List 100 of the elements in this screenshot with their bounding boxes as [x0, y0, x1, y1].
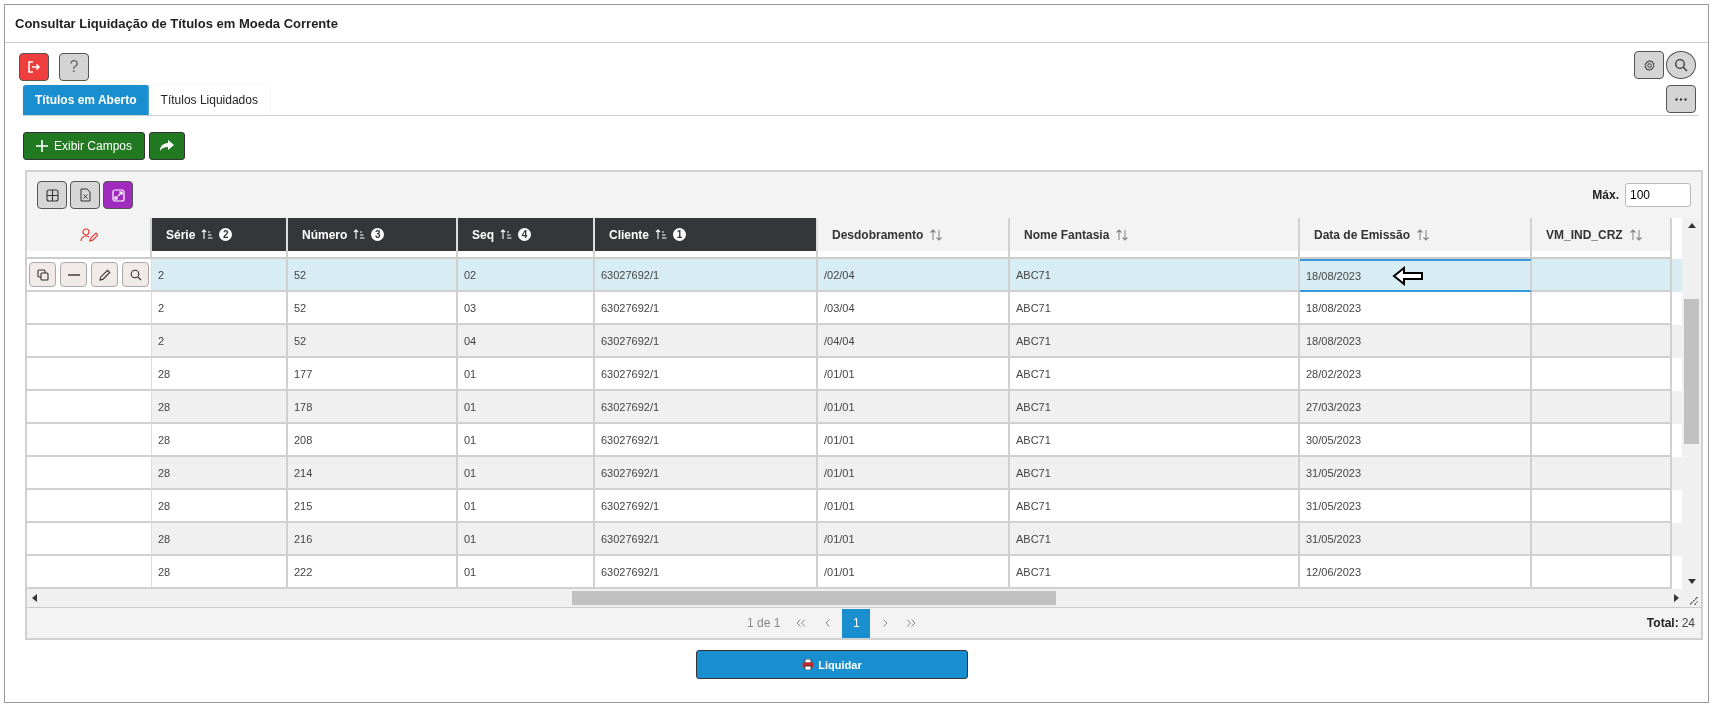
table-cell: 04: [464, 334, 477, 347]
remove-button[interactable]: [60, 262, 87, 287]
table-cell: /01/01: [824, 466, 855, 479]
more-icon: [1675, 97, 1687, 101]
max-label: Máx.: [1592, 188, 1619, 202]
page-button[interactable]: 1: [842, 608, 871, 638]
expand-icon: [111, 188, 125, 202]
table-cell: 18/08/2023: [1306, 269, 1362, 282]
show-fields-button[interactable]: Exibir Campos: [23, 132, 146, 160]
share-button[interactable]: [149, 132, 186, 160]
table-cell: 222: [294, 565, 313, 578]
table-row[interactable]: 2 52 02 63027692/1 /02/04 ABC71 18/08/2023: [27, 259, 1682, 292]
table-cell: 2: [158, 301, 165, 314]
pencil-icon: [98, 268, 111, 281]
sort-ascending-icon: [353, 229, 366, 240]
table-cell: 28: [158, 499, 171, 512]
column-header[interactable]: VM_IND_CRZ: [1532, 218, 1672, 251]
column-header[interactable]: Desdobramento: [818, 218, 1010, 251]
double-chevron-left-icon: [796, 619, 807, 627]
table-cell: 01: [464, 466, 477, 479]
column-header[interactable]: Seq 4: [458, 218, 595, 251]
left-arrow-icon: [1392, 266, 1424, 286]
grid-layout-button[interactable]: [37, 181, 67, 209]
sort-order-badge: 1: [673, 228, 686, 241]
printer-icon: [802, 659, 815, 670]
table-cell: 31/05/2023: [1306, 532, 1362, 545]
window-title: Consultar Liquidação de Títulos em Moeda Corrente: [15, 16, 338, 31]
chevron-right-icon: [882, 619, 888, 627]
table-cell: 28/02/2023: [1306, 367, 1362, 380]
tab[interactable]: Títulos em Aberto: [23, 85, 149, 115]
column-header[interactable]: Número 3: [288, 218, 458, 251]
copy-button[interactable]: [29, 262, 56, 287]
page-info: 1 de 1: [747, 616, 781, 630]
table-cell: 63027692/1: [601, 466, 660, 479]
max-rows-field[interactable]: 100: [1625, 183, 1691, 207]
table-row[interactable]: 28 214 01 63027692/1 /01/01 ABC71 31/05/2023: [27, 457, 1682, 490]
table-cell: ABC71: [1016, 400, 1051, 413]
table-cell: 28: [158, 532, 171, 545]
spreadsheet-file-icon: [79, 188, 91, 202]
table-cell: 30/05/2023: [1306, 433, 1362, 446]
table-cell: ABC71: [1016, 301, 1051, 314]
table-cell: /01/01: [824, 400, 855, 413]
table-cell: 02: [464, 268, 477, 281]
table-cell: 01: [464, 532, 477, 545]
table-cell: 216: [294, 532, 313, 545]
table-cell: 28: [158, 367, 171, 380]
tab[interactable]: Títulos Liquidados: [148, 85, 270, 115]
table-cell: 01: [464, 565, 477, 578]
table-cell: ABC71: [1016, 367, 1051, 380]
table-cell: 01: [464, 499, 477, 512]
search-button[interactable]: [1666, 51, 1696, 79]
more-button[interactable]: [1666, 85, 1696, 113]
table-cell: /02/04: [824, 268, 855, 281]
expand-button[interactable]: [103, 181, 133, 209]
search-icon: [1674, 58, 1688, 72]
table-cell: 63027692/1: [601, 565, 660, 578]
column-header[interactable]: Nome Fantasia: [1010, 218, 1300, 251]
table-row[interactable]: 28 216 01 63027692/1 /01/01 ABC71 31/05/2023: [27, 523, 1682, 556]
sort-icon: [1115, 228, 1130, 241]
table-cell: ABC71: [1016, 433, 1051, 446]
table-cell: 31/05/2023: [1306, 499, 1362, 512]
sort-ascending-icon: [655, 229, 667, 240]
sort-order-badge: 2: [219, 228, 233, 241]
excel-export-button[interactable]: [70, 181, 100, 209]
table-cell: 177: [294, 367, 313, 380]
sort-icon: [1416, 228, 1431, 241]
table-cell: 2: [158, 268, 165, 281]
table-cell: 28: [158, 466, 171, 479]
table-cell: 18/08/2023: [1306, 301, 1362, 314]
total-label: Total:: [1646, 616, 1679, 630]
table-cell: /01/01: [824, 565, 855, 578]
minus-icon: [67, 273, 80, 276]
table-cell: 01: [464, 400, 477, 413]
settle-button[interactable]: Liquidar: [696, 650, 968, 679]
column-header[interactable]: Cliente 1: [595, 218, 818, 251]
column-header[interactable]: Data de Emissão: [1300, 218, 1532, 251]
table-cell: 208: [294, 433, 313, 446]
edit-button[interactable]: [91, 262, 118, 287]
table-cell: /04/04: [824, 334, 855, 347]
double-chevron-right-icon: [906, 619, 917, 627]
sort-order-badge: 3: [371, 228, 385, 241]
settings-button[interactable]: [1634, 51, 1664, 79]
table-cell: /03/04: [824, 301, 855, 314]
table-cell: 01: [464, 433, 477, 446]
table-cell: 28: [158, 400, 171, 413]
help-button[interactable]: ?: [59, 53, 89, 81]
chevron-left-icon: [824, 619, 830, 627]
column-header[interactable]: Série 2: [152, 218, 288, 251]
exit-button[interactable]: [19, 53, 49, 81]
table-cell: 27/03/2023: [1306, 400, 1362, 413]
table-row[interactable]: 28 178 01 63027692/1 /01/01 ABC71 27/03/2023: [27, 391, 1682, 424]
sort-order-badge: 4: [518, 228, 531, 241]
table-cell: 18/08/2023: [1306, 334, 1362, 347]
table-cell: 63027692/1: [601, 301, 660, 314]
exit-icon: [27, 60, 41, 74]
table-cell: ABC71: [1016, 532, 1051, 545]
view-button[interactable]: [122, 262, 149, 287]
table-row[interactable]: 2 52 04 63027692/1 /04/04 ABC71 18/08/2023: [27, 325, 1682, 358]
table-cell: 63027692/1: [601, 532, 660, 545]
table-cell: 63027692/1: [601, 367, 660, 380]
